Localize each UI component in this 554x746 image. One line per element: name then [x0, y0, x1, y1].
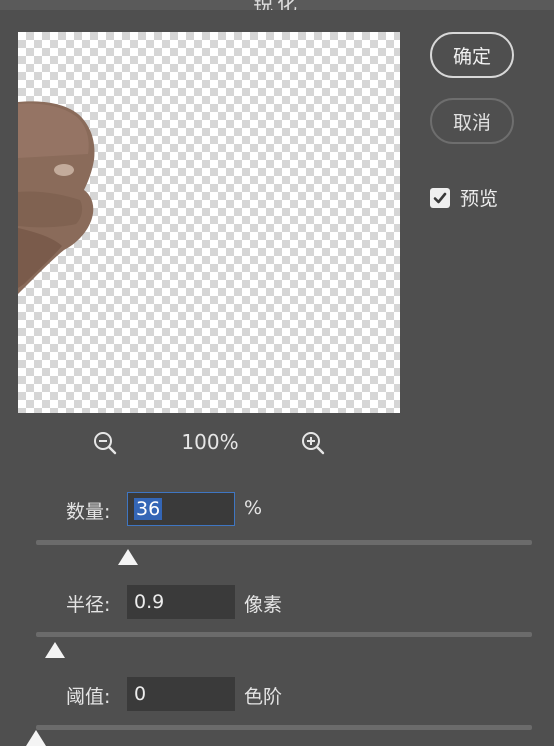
cancel-button[interactable]: 取消	[430, 98, 514, 144]
amount-unit: %	[244, 497, 263, 519]
zoom-in-icon[interactable]	[300, 430, 326, 456]
radius-slider-track[interactable]	[36, 632, 532, 637]
zoom-level: 100%	[181, 430, 239, 454]
preview-checkbox[interactable]	[430, 187, 450, 208]
dialog-title: 锐化	[0, 0, 554, 10]
radius-unit: 像素	[244, 594, 283, 616]
amount-slider-track[interactable]	[36, 540, 532, 545]
threshold-unit: 色阶	[244, 686, 283, 708]
preview-label: 预览	[460, 188, 499, 210]
amount-label: 数量:	[66, 501, 111, 523]
threshold-slider-thumb[interactable]	[26, 730, 46, 746]
title-bar: 锐化	[0, 0, 554, 10]
threshold-label: 阈值:	[66, 686, 111, 708]
preview-area[interactable]	[18, 32, 400, 413]
radius-slider-thumb[interactable]	[44, 642, 65, 658]
amount-value: 36	[134, 498, 163, 520]
threshold-slider-track[interactable]	[36, 725, 532, 730]
sharpen-dialog: 确定 取消 预览 100% 数量: 36 % 半径: 0.9 像素 阈值: 0 …	[0, 10, 554, 746]
amount-slider-thumb[interactable]	[117, 549, 138, 565]
threshold-input[interactable]: 0	[127, 677, 235, 711]
radius-value: 0.9	[134, 591, 165, 613]
amount-input[interactable]: 36	[127, 492, 235, 526]
radius-input[interactable]: 0.9	[127, 585, 235, 619]
checkmark-icon	[433, 192, 447, 203]
ok-button[interactable]: 确定	[430, 32, 514, 78]
preview-image	[18, 101, 95, 294]
threshold-value: 0	[134, 683, 147, 705]
preview-checkbox-row[interactable]: 预览	[430, 184, 498, 211]
zoom-out-icon[interactable]	[92, 430, 118, 456]
radius-label: 半径:	[66, 594, 111, 616]
